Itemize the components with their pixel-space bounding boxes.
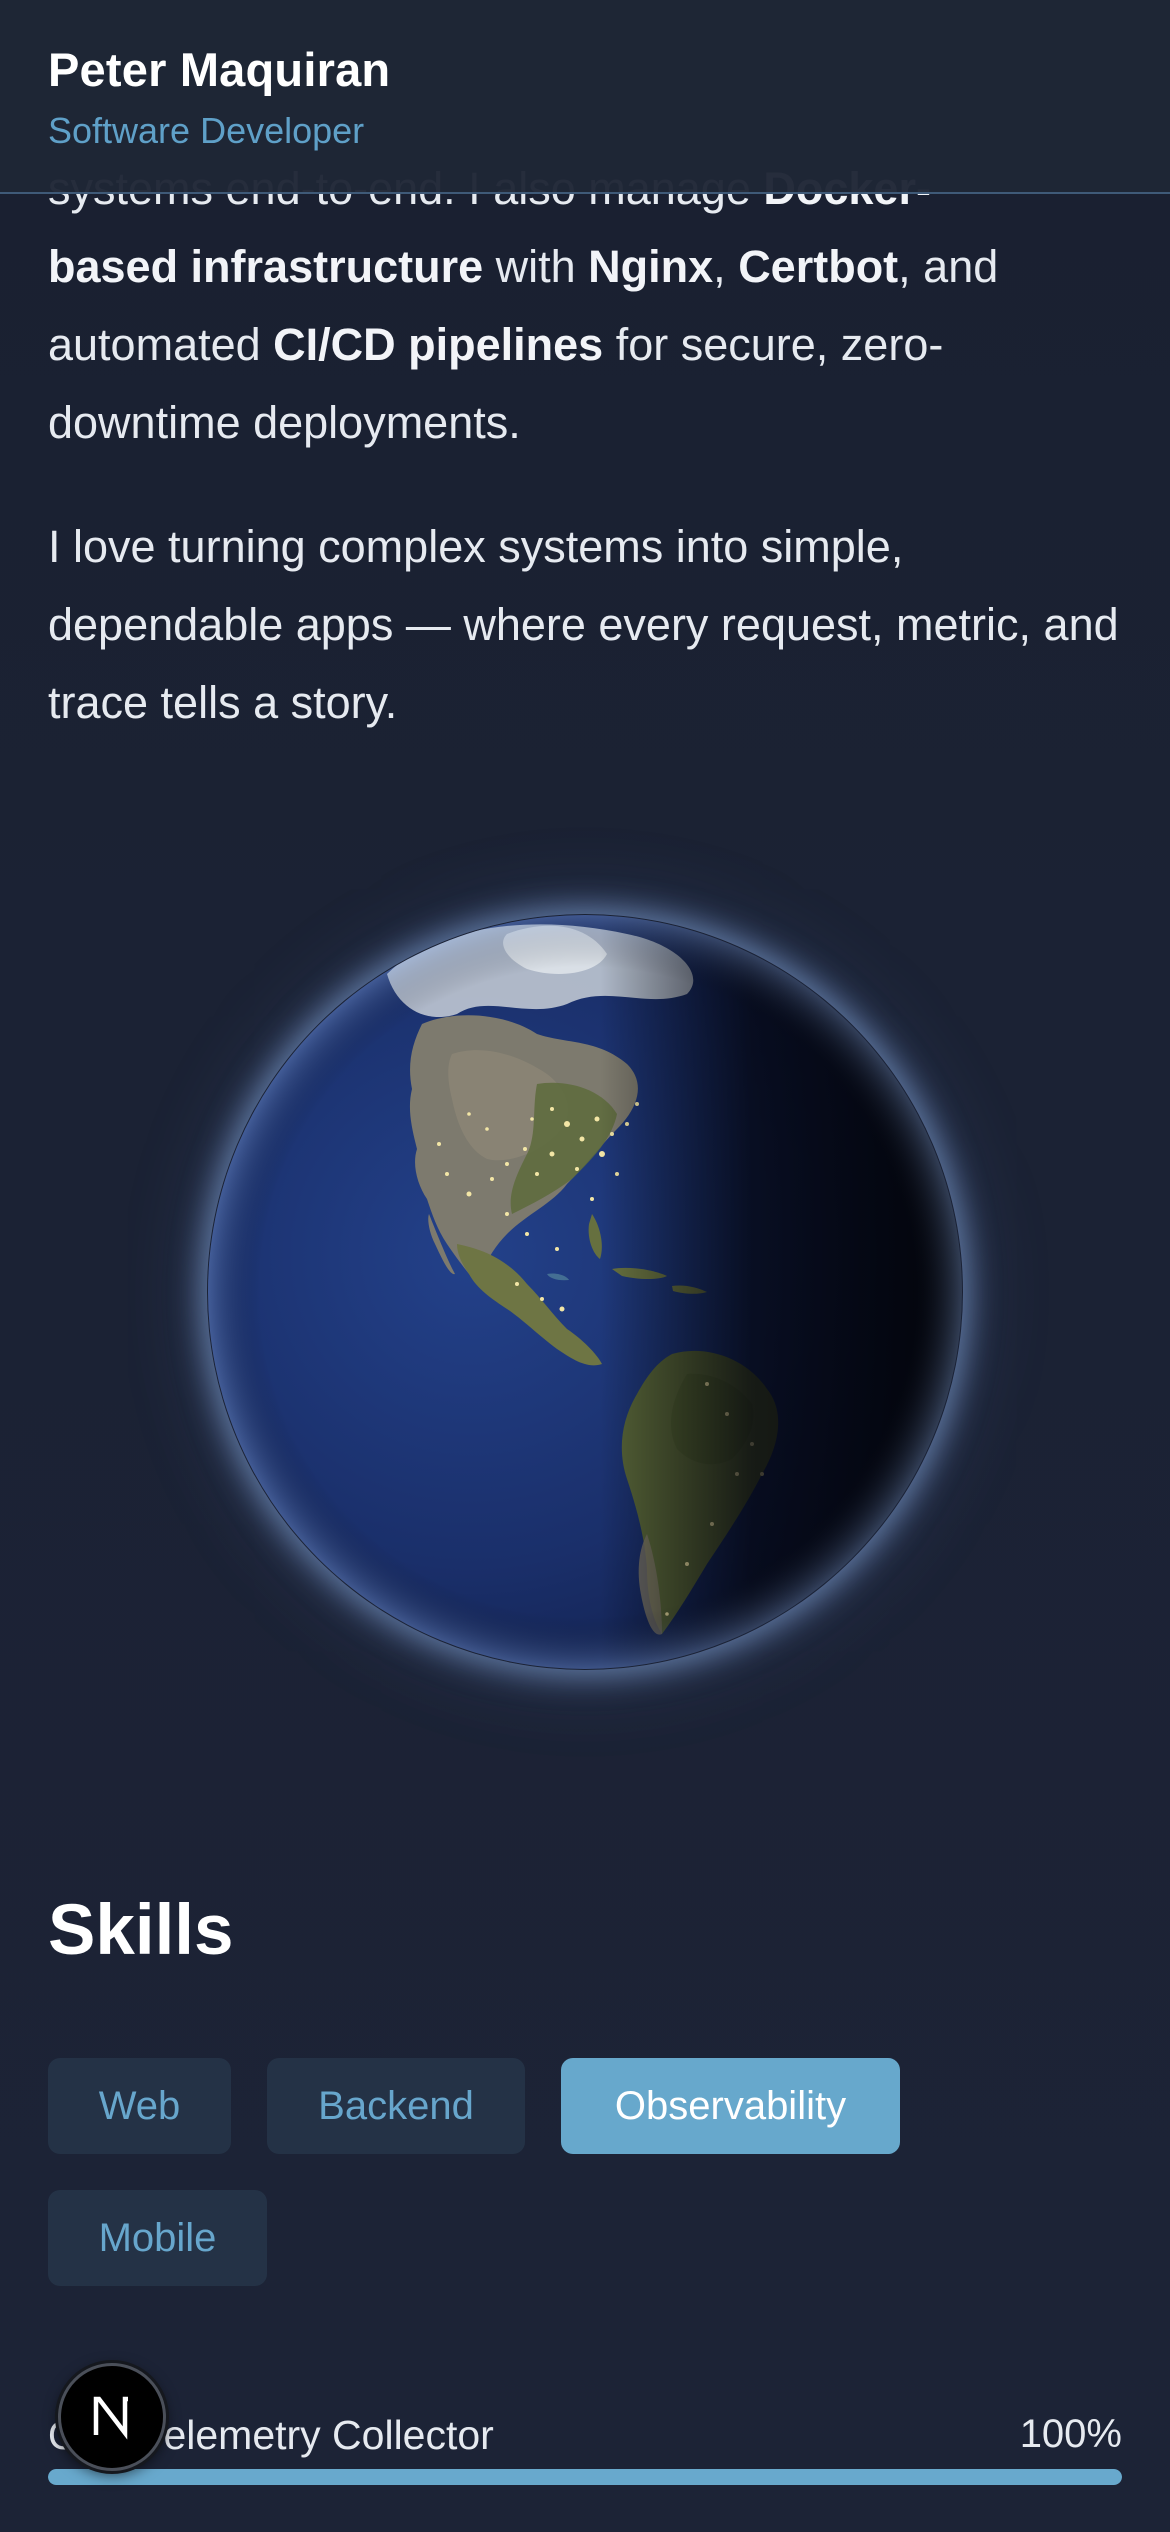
bio-text: I love turning complex systems into simp… <box>48 521 1119 728</box>
skill-progress-fill <box>48 2469 1122 2485</box>
site-owner-role: Software Developer <box>48 110 365 151</box>
bio-text: downtime deployments. <box>48 397 521 448</box>
bio-line: downtime deployments. <box>48 384 1122 462</box>
bio-text: automated <box>48 319 274 370</box>
earth-globe[interactable] <box>207 914 963 1670</box>
nextjs-logo-icon[interactable] <box>58 2363 166 2471</box>
earth-globe-graphic <box>208 915 962 1669</box>
skill-progress-track <box>48 2469 1122 2485</box>
skill-filter-backend[interactable]: Backend <box>267 2058 525 2154</box>
site-header: Peter Maquiran Software Developer <box>0 0 1170 194</box>
skill-filter-observability[interactable]: Observability <box>561 2058 900 2154</box>
skill-filter-mobile[interactable]: Mobile <box>48 2190 267 2286</box>
skill-filter-web[interactable]: Web <box>48 2058 231 2154</box>
skill-percent: 100% <box>1019 2412 1122 2456</box>
bio-emphasis: Certbot <box>738 241 899 292</box>
bio-paragraph-2: I love turning complex systems into simp… <box>48 508 1122 742</box>
n-letter-icon <box>93 2396 128 2440</box>
bio-text: , and <box>898 241 999 292</box>
skills-heading: Skills <box>48 1891 234 1970</box>
bio-emphasis: CI/CD pipelines <box>273 319 604 370</box>
bio-line: automated CI/CD pipelines for secure, ze… <box>48 306 1122 384</box>
site-owner-name[interactable]: Peter Maquiran <box>48 42 390 97</box>
bio-text: , <box>713 241 739 292</box>
bio-text: for secure, zero- <box>603 319 944 370</box>
bio-line: based infrastructure with Nginx, Certbot… <box>48 228 1122 306</box>
bio-emphasis: Nginx <box>588 241 714 292</box>
page: systems end-to-end. I also manage Docker… <box>0 0 1170 2532</box>
bio-paragraph-1: systems end-to-end. I also manage Docker… <box>48 150 1122 462</box>
bio-text: with <box>483 241 589 292</box>
bio-emphasis: based infrastructure <box>48 241 484 292</box>
